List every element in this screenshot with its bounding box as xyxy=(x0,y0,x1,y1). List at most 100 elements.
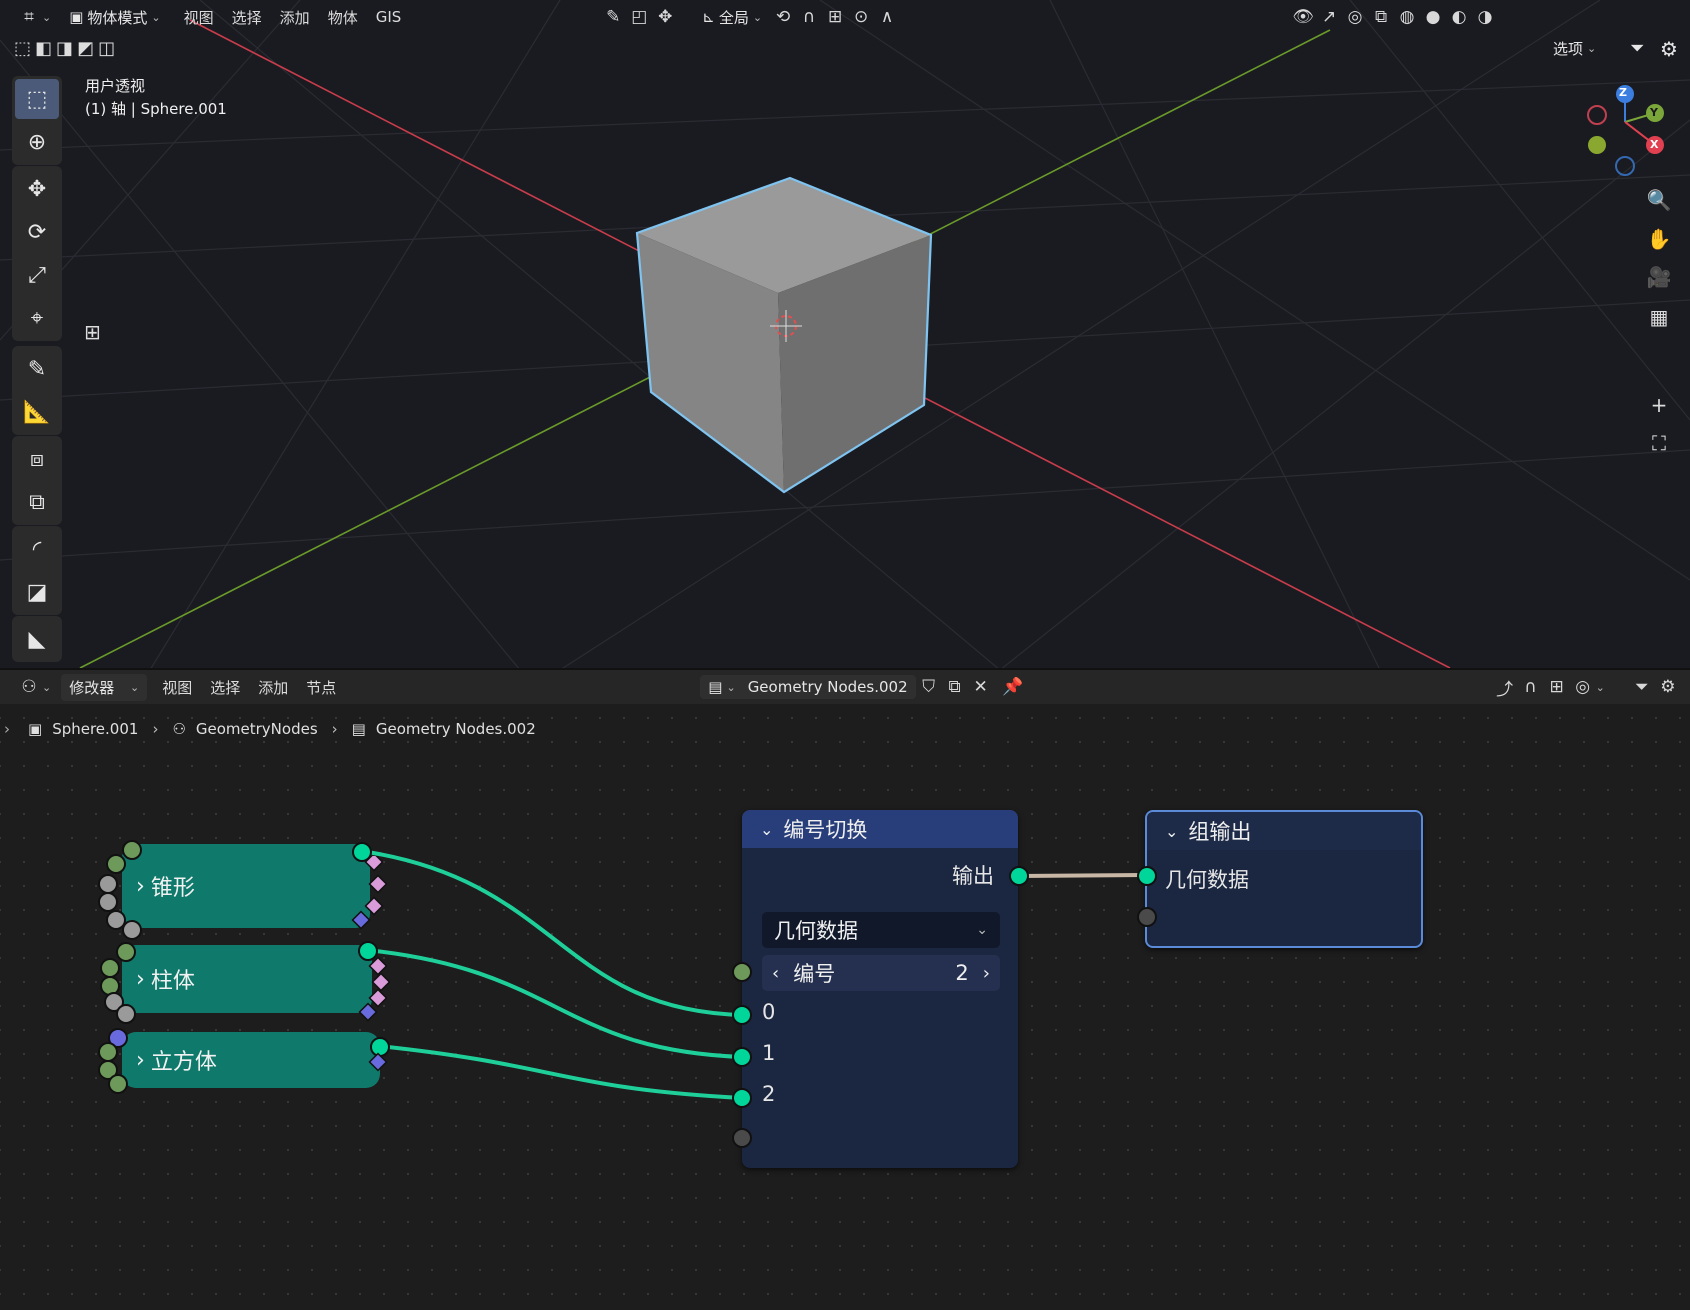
pan-hand-icon[interactable]: ✋ xyxy=(1642,222,1676,256)
select-subtract-icon[interactable]: ◨ xyxy=(56,38,73,59)
transform-orientation-dropdown[interactable]: ⊾ 全局 ⌄ xyxy=(694,4,770,31)
selection-mode-icon[interactable]: ◰ xyxy=(626,4,652,30)
node-editor[interactable]: ⚇ ⌄ 修改器 ⌄ 视图 选择 添加 节点 ▤ ⌄ Geometry Nodes… xyxy=(0,670,1690,1310)
snap-target-icon[interactable]: ⊞ xyxy=(822,4,848,30)
zoom-icon[interactable]: 🔍 xyxy=(1642,183,1676,217)
select-intersect-icon[interactable]: ◫ xyxy=(98,38,115,59)
object-mode-icon: ▣ xyxy=(69,8,84,26)
input-socket[interactable] xyxy=(98,892,118,912)
editor-type-icon[interactable]: ⌗ xyxy=(16,4,42,30)
input-label-2: 2 xyxy=(762,1082,776,1106)
collapsed-node-cone[interactable]: › 锥形 xyxy=(122,844,370,928)
input-socket-2[interactable] xyxy=(732,1088,752,1108)
select-new-icon[interactable]: ⬚ xyxy=(14,38,31,59)
gizmo-toggle-icon[interactable]: ↗ xyxy=(1316,4,1342,30)
measure-tool-icon[interactable]: 📐 xyxy=(15,392,59,432)
output-socket[interactable] xyxy=(1009,866,1029,886)
virtual-input-socket[interactable] xyxy=(1137,907,1157,927)
index-value[interactable]: 2 xyxy=(955,961,968,985)
rotate-tool-icon[interactable]: ⟳ xyxy=(15,212,59,252)
wireframe-shading-icon[interactable]: ◍ xyxy=(1394,4,1420,30)
pivot-point-icon[interactable]: ⟲ xyxy=(770,4,796,30)
options-dropdown[interactable]: 选项 ⌄ xyxy=(1553,38,1596,59)
decrement-arrow-icon[interactable]: ‹ xyxy=(772,963,779,984)
input-socket-1[interactable] xyxy=(732,1047,752,1067)
index-switch-node[interactable]: ⌄ 编号切换 输出 几何数据 ⌄ ‹ 编号 2 › 0 1 2 xyxy=(742,810,1018,1168)
cursor-tool-icon[interactable]: ⊕ xyxy=(15,122,59,162)
material-shading-icon[interactable]: ◐ xyxy=(1446,4,1472,30)
menu-gis[interactable]: GIS xyxy=(367,8,411,26)
mode-dropdown[interactable]: ▣ 物体模式 ⌄ xyxy=(61,4,168,31)
filter-icon[interactable]: ⏷ xyxy=(1630,38,1644,59)
plus-icon[interactable]: + xyxy=(1642,388,1676,422)
inset-tool-icon[interactable]: ◪ xyxy=(15,572,59,612)
move-tool-icon[interactable]: ✥ xyxy=(15,169,59,209)
input-socket[interactable] xyxy=(116,942,136,962)
gizmo-y-label[interactable]: Y xyxy=(1650,106,1658,119)
expand-chevron-icon[interactable]: › xyxy=(136,874,145,899)
collapse-chevron-icon[interactable]: ⌄ xyxy=(760,820,773,839)
select-box-tool-icon[interactable]: ⬚ xyxy=(15,79,59,119)
increment-arrow-icon[interactable]: › xyxy=(983,963,990,984)
input-socket[interactable] xyxy=(122,920,142,940)
input-socket[interactable] xyxy=(106,854,126,874)
expand-chevron-icon[interactable]: › xyxy=(136,967,145,992)
select-invert-icon[interactable]: ◩ xyxy=(77,38,94,59)
camera-view-icon[interactable]: 🎥 xyxy=(1642,260,1676,294)
input-socket-0[interactable] xyxy=(732,1005,752,1025)
geometry-input-socket[interactable] xyxy=(1137,866,1157,886)
frame-selected-icon[interactable]: ⛶ xyxy=(1642,426,1676,460)
transform-tool-icon[interactable]: ⌖ xyxy=(15,298,59,338)
collapsed-node-cube[interactable]: › 立方体 xyxy=(122,1032,380,1088)
snap-icon[interactable]: ∩ xyxy=(796,4,822,30)
expand-chevron-icon[interactable]: › xyxy=(136,1048,145,1073)
chevron-down-icon: ⌄ xyxy=(1587,42,1597,55)
collapsed-node-cylinder[interactable]: › 柱体 xyxy=(122,945,372,1013)
input-socket[interactable] xyxy=(100,958,120,978)
menu-view[interactable]: 视图 xyxy=(175,7,223,28)
gizmo-x-label[interactable]: X xyxy=(1650,138,1658,151)
solid-shading-icon[interactable]: ● xyxy=(1420,4,1446,30)
node-header[interactable]: ⌄ 组输出 xyxy=(1147,812,1421,850)
virtual-input-socket[interactable] xyxy=(732,1128,752,1148)
chevron-down-icon[interactable]: ⌄ xyxy=(42,11,51,24)
input-socket[interactable] xyxy=(98,874,118,894)
knife-tool-icon[interactable]: ◣ xyxy=(15,619,59,659)
orientation-icon: ⊾ xyxy=(702,8,715,26)
rendered-shading-icon[interactable]: ◑ xyxy=(1472,4,1498,30)
xray-icon[interactable]: ⧉ xyxy=(1368,4,1394,30)
menu-select[interactable]: 选择 xyxy=(223,7,271,28)
select-extend-icon[interactable]: ◧ xyxy=(35,38,52,59)
eyedropper-icon[interactable]: ✎ xyxy=(600,4,626,30)
gear-icon[interactable]: ⚙ xyxy=(1660,37,1678,61)
annotate-tool-icon[interactable]: ✎ xyxy=(15,349,59,389)
input-socket[interactable] xyxy=(122,840,142,860)
add-cube-tool-icon[interactable]: ⧈ xyxy=(15,439,59,479)
bevel-tool-icon[interactable]: ◜ xyxy=(15,529,59,569)
proportional-editing-icon[interactable]: ⊙ xyxy=(848,4,874,30)
input-socket[interactable] xyxy=(98,1042,118,1062)
falloff-icon[interactable]: ∧ xyxy=(874,4,900,30)
menu-add[interactable]: 添加 xyxy=(271,7,319,28)
node-header[interactable]: ⌄ 编号切换 xyxy=(742,810,1018,848)
collapse-chevron-icon[interactable]: ⌄ xyxy=(1165,822,1178,841)
input-socket[interactable] xyxy=(108,1074,128,1094)
cursor-tool-icon[interactable]: ✥ xyxy=(652,4,678,30)
group-output-node[interactable]: ⌄ 组输出 几何数据 xyxy=(1145,810,1423,948)
visibility-icon[interactable]: 👁 xyxy=(1290,4,1316,30)
perspective-grid-icon[interactable]: ▦ xyxy=(1642,300,1676,334)
input-socket[interactable] xyxy=(116,1004,136,1024)
overlay-icon[interactable]: ◎ xyxy=(1342,4,1368,30)
input-label-1: 1 xyxy=(762,1041,776,1065)
gizmo-z-label[interactable]: Z xyxy=(1619,86,1627,99)
index-input-socket[interactable] xyxy=(732,962,752,982)
primitive-tool-icon[interactable]: ⧉ xyxy=(15,482,59,522)
3d-viewport[interactable]: Z Y X ⌗ ⌄ ▣ 物体模式 ⌄ 视图 选择 添加 物体 GIS ✎ ◰ ✥… xyxy=(0,0,1690,670)
scale-tool-icon[interactable]: ⤢ xyxy=(15,255,59,295)
chevron-down-icon: ⌄ xyxy=(151,10,161,24)
type-dropdown[interactable]: 几何数据 ⌄ xyxy=(762,912,1000,948)
index-field[interactable]: ‹ 编号 2 › xyxy=(762,955,1000,991)
menu-object[interactable]: 物体 xyxy=(319,7,367,28)
toolbar-annotate-group: ✎ 📐 xyxy=(12,346,62,435)
sidebar-toggle-icon[interactable]: ⊞ xyxy=(84,320,101,344)
